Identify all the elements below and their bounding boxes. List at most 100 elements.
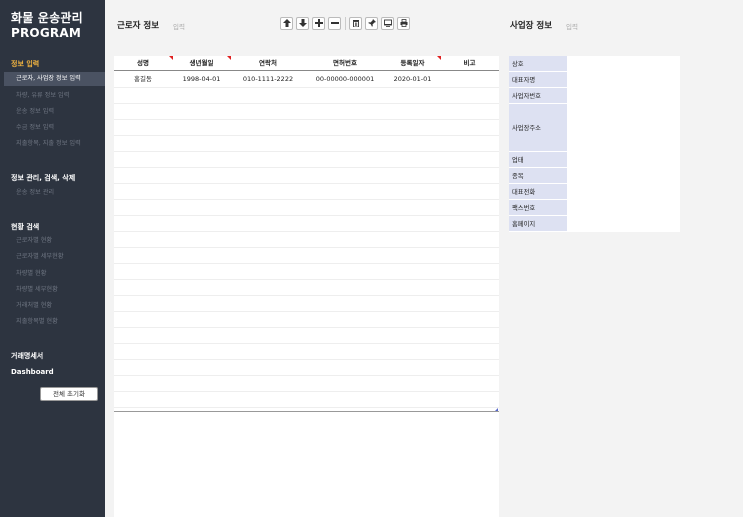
company-name-field[interactable] [567,56,680,71]
cell-license[interactable]: 00-00000-000001 [305,72,385,88]
plus-icon [314,19,323,27]
cell-note[interactable] [440,72,499,88]
app-title-line1: 화물 운송관리 [11,11,83,25]
pin-button[interactable] [365,16,378,30]
nav-expense-input[interactable]: 지출항목, 지출 정보 입력 [0,137,105,151]
table-row[interactable] [114,120,499,136]
fax-field[interactable] [567,200,680,215]
table-row[interactable] [114,360,499,376]
delete-button[interactable] [349,16,362,30]
business-title: 사업장 정보 [510,21,553,31]
cell-birth[interactable]: 1998-04-01 [172,72,231,88]
table-row[interactable] [114,312,499,328]
table-row[interactable] [114,136,499,152]
info-row-address: 사업장주소 [509,104,680,152]
monitor-button[interactable] [381,16,394,30]
resize-handle[interactable] [495,408,498,411]
info-row-company: 상호 [509,56,680,72]
table-row[interactable] [114,248,499,264]
table-row[interactable] [114,232,499,248]
homepage-field[interactable] [567,216,680,231]
table-row[interactable] [114,184,499,200]
section-status[interactable]: 현황 검색 [11,222,39,232]
nav-status-vehicle[interactable]: 차량별 현황 [0,267,105,281]
nav-status-client[interactable]: 거래처별 현황 [0,299,105,313]
print-button[interactable] [397,16,410,30]
table-row[interactable] [114,296,499,312]
table-row[interactable] [114,216,499,232]
sidebar: 화물 운송관리 PROGRAM 정보 입력 근로자, 사업장 정보 입력 차량,… [0,0,105,517]
ceo-name-field[interactable] [567,72,680,87]
table-row[interactable] [114,376,499,392]
col-header-license[interactable]: 면허번호 [305,56,385,71]
col-header-name[interactable]: 성명 [114,56,172,71]
grid-bottom-border [114,411,499,412]
nav-collection-input[interactable]: 수금 정보 입력 [0,121,105,135]
business-number-field[interactable] [567,88,680,103]
table-row[interactable] [114,168,499,184]
info-row-biztype: 업태 [509,152,680,168]
reset-all-button[interactable]: 전체 초기화 [40,387,98,401]
monitor-icon [383,19,392,27]
worker-grid[interactable]: 성명 생년월일 연락처 면허번호 등록일자 비고 홍길동 1998-04-01 … [114,56,499,517]
info-label-item: 종목 [509,168,567,183]
table-row[interactable] [114,88,499,104]
info-label-fax: 팩스번호 [509,200,567,215]
address-field[interactable] [567,104,680,151]
table-row[interactable] [114,328,499,344]
nav-status-vehicle-detail[interactable]: 차량별 세부현황 [0,283,105,297]
info-row-ceo: 대표자명 [509,72,680,88]
cell-regdate[interactable]: 2020-01-01 [385,72,440,88]
print-icon [400,19,407,27]
worker-subtitle: 입력 [173,23,185,31]
col-header-phone[interactable]: 연락처 [231,56,305,71]
nav-vehicle-fuel-input[interactable]: 차량, 유류 정보 입력 [0,89,105,103]
business-subtitle: 입력 [566,23,578,31]
table-row[interactable] [114,344,499,360]
business-item-field[interactable] [567,168,680,183]
nav-status-worker-detail[interactable]: 근로자별 세부현황 [0,250,105,264]
app-title-line2: PROGRAM [11,26,81,40]
section-input[interactable]: 정보 입력 [11,59,39,69]
main-phone-field[interactable] [567,184,680,199]
add-row-button[interactable] [312,16,325,30]
info-row-phone: 대표전화 [509,184,680,200]
section-dashboard[interactable]: Dashboard [11,368,54,376]
table-row[interactable] [114,104,499,120]
info-label-ceo: 대표자명 [509,72,567,87]
nav-worker-business-input[interactable]: 근로자, 사업장 정보 입력 [4,72,105,86]
minus-icon [330,22,339,24]
move-down-button[interactable] [296,16,309,30]
col-header-note[interactable]: 비고 [440,56,499,71]
grid-toolbar [280,16,413,30]
business-info-panel: 상호 대표자명 사업자번호 사업장주소 업태 종목 대표전화 팩스번호 홈페이지 [509,56,680,232]
nav-status-worker[interactable]: 근로자별 현황 [0,234,105,248]
business-type-field[interactable] [567,152,680,167]
grid-header: 성명 생년월일 연락처 면허번호 등록일자 비고 [114,56,499,71]
nav-status-expense[interactable]: 지출항목별 현황 [0,315,105,329]
section-invoice[interactable]: 거래명세서 [11,351,43,361]
toolbar-divider [345,16,346,30]
nav-transport-manage[interactable]: 운송 정보 관리 [0,186,105,200]
table-row[interactable] [114,264,499,280]
trash-icon [352,20,359,27]
table-row[interactable] [114,392,499,408]
table-row[interactable] [114,200,499,216]
pin-icon [367,19,376,27]
cell-name[interactable]: 홍길동 [114,72,172,88]
section-manage[interactable]: 정보 관리, 검색, 삭제 [11,173,75,183]
table-row[interactable] [114,152,499,168]
nav-transport-input[interactable]: 운송 정보 입력 [0,105,105,119]
table-row[interactable]: 홍길동 1998-04-01 010-1111-2222 00-00000-00… [114,72,499,88]
col-header-regdate[interactable]: 등록일자 [385,56,440,71]
move-up-button[interactable] [280,16,293,30]
info-label-bizno: 사업자번호 [509,88,567,103]
cell-phone[interactable]: 010-1111-2222 [231,72,305,88]
info-label-homepage: 홈페이지 [509,216,567,231]
arrow-up-icon [282,19,291,27]
app-title: 화물 운송관리 PROGRAM [11,11,83,41]
worker-title: 근로자 정보 [117,21,160,31]
table-row[interactable] [114,280,499,296]
col-header-birth[interactable]: 생년월일 [172,56,231,71]
remove-row-button[interactable] [328,16,341,30]
